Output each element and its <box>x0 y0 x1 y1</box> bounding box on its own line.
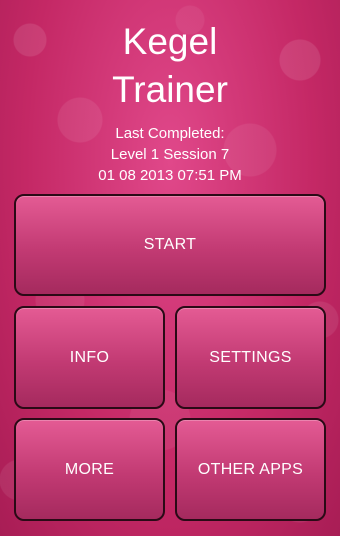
last-completed-label: Last Completed: <box>115 125 225 142</box>
app-title-line1: Kegel <box>122 21 218 62</box>
last-completed-timestamp: 01 08 2013 07:51 PM <box>98 167 242 184</box>
settings-button[interactable]: SETTINGS <box>175 306 326 409</box>
app-title-line2: Trainer <box>112 69 228 110</box>
more-button[interactable]: MORE <box>14 418 165 521</box>
other-apps-button[interactable]: OTHER APPS <box>175 418 326 521</box>
other-apps-button-label: OTHER APPS <box>197 460 304 478</box>
info-button-label: INFO <box>69 348 110 366</box>
info-button[interactable]: INFO <box>14 306 165 409</box>
start-button-label: START <box>143 236 197 253</box>
settings-button-label: SETTINGS <box>209 348 292 366</box>
last-completed-session: Level 1 Session 7 <box>110 146 230 163</box>
start-button[interactable]: START <box>14 194 326 296</box>
more-button-label: MORE <box>64 460 115 478</box>
